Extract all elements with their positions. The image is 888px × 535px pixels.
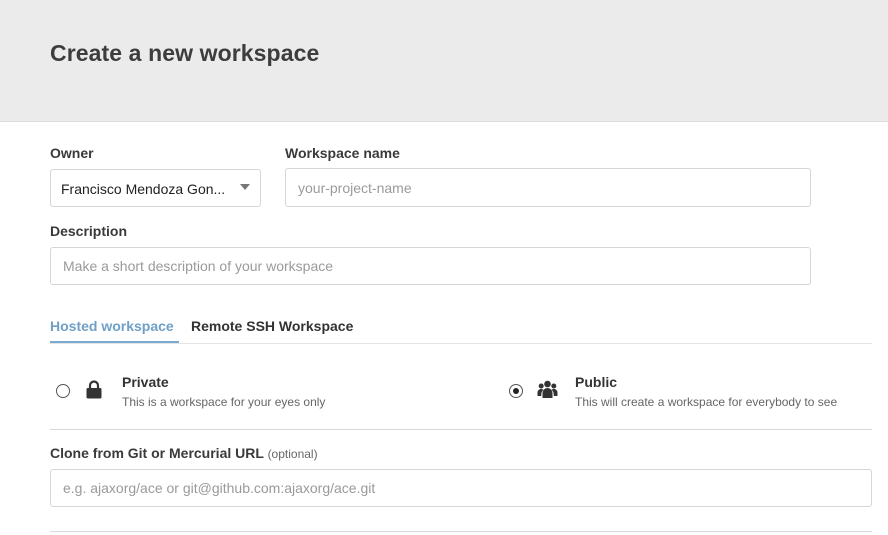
clone-url-field-wrapper: [50, 469, 872, 507]
owner-select-value: Francisco Mendoza Gon...: [61, 181, 226, 197]
page-title: Create a new workspace: [50, 40, 320, 66]
owner-label: Owner: [50, 145, 94, 161]
active-tab-indicator: [50, 341, 179, 343]
description-field-wrapper: [50, 247, 811, 285]
group-icon: [537, 380, 558, 398]
chevron-down-icon: [240, 184, 250, 190]
workspace-name-input[interactable]: [286, 169, 810, 206]
public-option-description: This will create a workspace for everybo…: [575, 395, 838, 409]
workspace-name-field-wrapper: [285, 168, 811, 207]
bottom-divider: [50, 531, 872, 532]
public-radio[interactable]: [509, 384, 523, 398]
page-header: Create a new workspace: [0, 0, 888, 122]
section-divider: [50, 429, 872, 430]
private-radio[interactable]: [56, 384, 70, 398]
tab-remote-ssh-workspace[interactable]: Remote SSH Workspace: [191, 318, 353, 334]
tabs-divider: [50, 343, 872, 344]
optional-hint: (optional): [267, 447, 318, 461]
clone-url-label-text: Clone from Git or Mercurial URL: [50, 445, 264, 461]
tab-hosted-workspace[interactable]: Hosted workspace: [50, 318, 174, 334]
lock-icon: [86, 380, 102, 399]
workspace-name-label: Workspace name: [285, 145, 400, 161]
clone-url-label: Clone from Git or Mercurial URL (optiona…: [50, 445, 318, 461]
description-input[interactable]: [51, 248, 810, 284]
public-option-title: Public: [575, 374, 618, 390]
owner-select[interactable]: Francisco Mendoza Gon...: [50, 169, 261, 207]
description-label: Description: [50, 223, 128, 239]
private-option-title: Private: [122, 374, 169, 390]
clone-url-input[interactable]: [51, 470, 871, 506]
private-option-description: This is a workspace for your eyes only: [122, 395, 326, 409]
